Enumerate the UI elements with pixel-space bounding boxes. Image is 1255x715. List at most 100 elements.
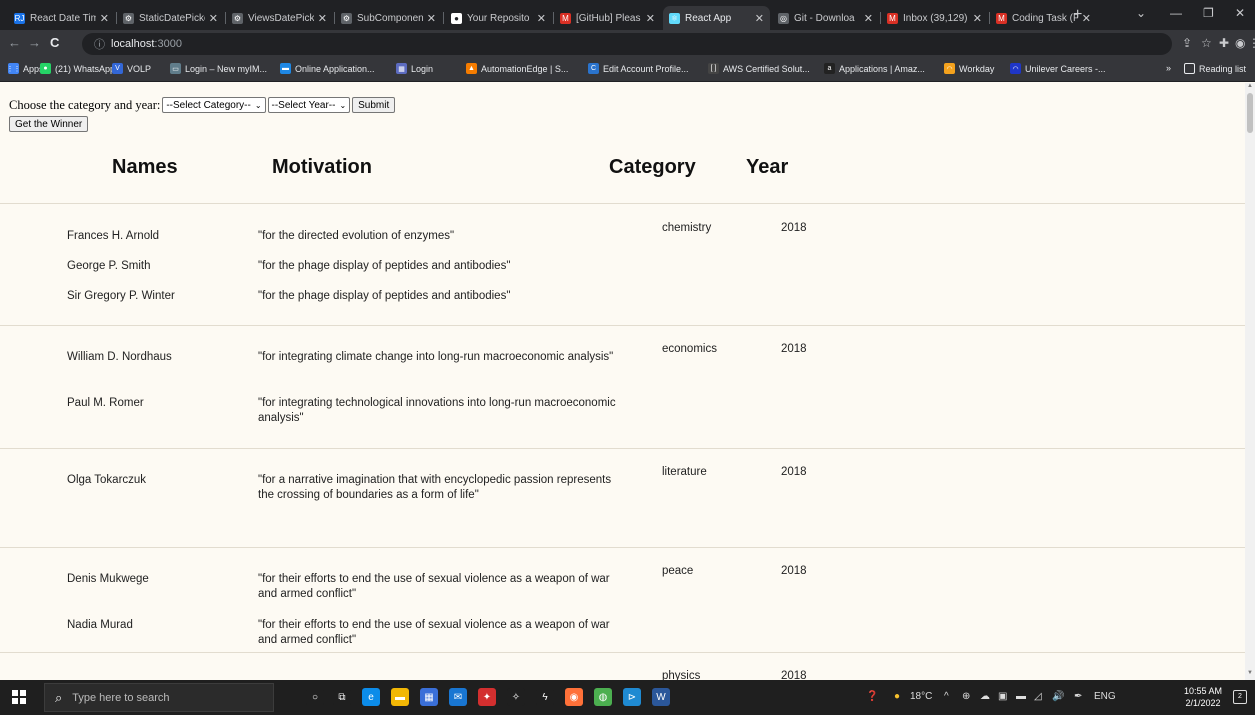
pen-icon[interactable]: ✒ xyxy=(1074,691,1082,702)
chrome-icon[interactable]: ◍ xyxy=(594,688,612,706)
address-bar[interactable]: ⓘ localhost:3000 xyxy=(82,33,1172,55)
submit-button[interactable]: Submit xyxy=(352,97,396,113)
browser-menu-icon[interactable]: ⋮ xyxy=(1248,36,1255,50)
new-tab-button[interactable]: + xyxy=(1073,6,1082,24)
chevron-down-icon: ⌄ xyxy=(254,100,262,110)
window-close-icon[interactable]: ✕ xyxy=(1235,6,1245,20)
scroll-down-arrow-icon[interactable]: ▼ xyxy=(1247,670,1253,676)
tray-display-icon[interactable]: ▣ xyxy=(998,691,1007,702)
cortana-icon[interactable]: ○ xyxy=(306,688,324,706)
close-icon[interactable]: ✕ xyxy=(100,12,109,25)
close-icon[interactable]: ✕ xyxy=(209,12,218,25)
word-icon[interactable]: W xyxy=(652,688,670,706)
bookmark-item[interactable]: ⋮⋮ Apps xyxy=(7,63,44,74)
scroll-up-arrow-icon[interactable]: ▲ xyxy=(1247,83,1253,89)
weather-sun-icon[interactable]: ● xyxy=(894,691,900,702)
close-icon[interactable]: ✕ xyxy=(318,12,327,25)
scrollbar-thumb[interactable] xyxy=(1247,93,1253,133)
bookmark-item[interactable]: C Edit Account Profile... xyxy=(588,63,689,74)
back-button[interactable]: ← xyxy=(8,35,21,50)
bookmark-item[interactable]: V VOLP xyxy=(112,63,151,74)
weather-temperature[interactable]: 18°C xyxy=(910,691,932,702)
browser-tab[interactable]: ⚛ React App ✕ xyxy=(663,6,770,30)
laureate-name: Nadia Murad xyxy=(67,619,133,631)
aws-icon: [ ] xyxy=(708,63,719,74)
task-view-icon[interactable]: ⧉ xyxy=(333,688,351,706)
close-icon[interactable]: ✕ xyxy=(537,12,546,25)
taskbar-search-box[interactable]: ⌕ Type here to search xyxy=(44,683,274,712)
reload-button[interactable]: C xyxy=(50,35,59,50)
tray-overflow-chevron-icon[interactable]: ^ xyxy=(944,691,949,702)
bookmarks-bar: ⋮⋮ Apps ● (21) WhatsApp V VOLP ▭ Login – New my… xyxy=(0,58,1255,82)
taskbar-clock[interactable]: 10:55 AM 2/1/2022 xyxy=(1184,685,1222,709)
category-select[interactable]: --Select Category-- ⌄ xyxy=(162,97,266,113)
restore-icon[interactable]: ❐ xyxy=(1203,6,1214,20)
browser-tab[interactable]: ◎ Git - Downloa ✕ xyxy=(772,6,879,30)
firefox-icon[interactable]: ◉ xyxy=(565,688,583,706)
onedrive-icon[interactable]: ☁ xyxy=(980,691,990,702)
extensions-icon[interactable]: ✚ xyxy=(1219,36,1229,50)
bookmark-item[interactable]: ▭ Login – New myIM... xyxy=(170,63,267,74)
mui-tab-icon: ⚙ xyxy=(232,12,243,24)
tab-search-chevron-icon[interactable]: ⌄ xyxy=(1136,6,1146,20)
tab-label: StaticDatePicke xyxy=(139,12,205,24)
bookmark-item[interactable]: ◠ Workday xyxy=(944,63,994,74)
close-icon[interactable]: ✕ xyxy=(427,12,436,25)
category-column-header: Category xyxy=(609,156,696,178)
vscode-icon[interactable]: ⊳ xyxy=(623,688,641,706)
bookmark-item[interactable]: ▦ Login xyxy=(396,63,433,74)
input-language[interactable]: ENG xyxy=(1094,691,1116,702)
close-icon[interactable]: ✕ xyxy=(1082,12,1091,25)
bookmark-item[interactable]: ▲ AutomationEdge | S... xyxy=(466,63,568,74)
help-icon[interactable]: ❓ xyxy=(866,691,878,702)
page-scrollbar[interactable]: ▲ ▼ xyxy=(1245,83,1255,680)
share-icon[interactable]: ⇪ xyxy=(1182,36,1192,50)
browser-tab[interactable]: ⚙ SubComponen ✕ xyxy=(335,6,442,30)
tray-app-icon[interactable]: ⊕ xyxy=(962,691,970,702)
volp-icon: V xyxy=(112,63,123,74)
close-icon[interactable]: ✕ xyxy=(755,12,764,25)
more-bookmarks-icon[interactable]: » xyxy=(1166,63,1171,73)
tab-label: Git - Downloa xyxy=(794,12,855,24)
browser-tab[interactable]: M [GitHub] Pleas ✕ xyxy=(554,6,661,30)
notification-count: 2 xyxy=(1238,693,1242,700)
bookmark-item[interactable]: ▬ Online Application... xyxy=(280,63,375,74)
close-icon[interactable]: ✕ xyxy=(646,12,655,25)
minimize-icon[interactable]: — xyxy=(1170,6,1182,20)
store-icon[interactable]: ▦ xyxy=(420,688,438,706)
close-icon[interactable]: ✕ xyxy=(864,12,873,25)
tab-label: ViewsDatePick xyxy=(248,12,314,24)
dropbox-icon[interactable]: ✧ xyxy=(507,688,525,706)
browser-tab[interactable]: ⚙ ViewsDatePick ✕ xyxy=(226,6,333,30)
file-explorer-icon[interactable]: ▬ xyxy=(391,688,409,706)
bookmark-item[interactable]: [ ] AWS Certified Solut... xyxy=(708,63,810,74)
browser-tab[interactable]: RJ React Date Tim ✕ xyxy=(8,6,115,30)
mail-icon[interactable]: ✉ xyxy=(449,688,467,706)
network-icon[interactable]: ◿ xyxy=(1034,691,1042,702)
browser-tab[interactable]: M Inbox (39,129) ✕ xyxy=(881,6,988,30)
reading-list-button[interactable]: Reading list xyxy=(1184,63,1246,74)
volume-icon[interactable]: 🔊 xyxy=(1052,691,1064,702)
filter-controls: Choose the category and year: --Select C… xyxy=(9,97,396,113)
category-cell: physics xyxy=(662,670,701,680)
bookmark-item[interactable]: a Applications | Amaz... xyxy=(824,63,925,74)
year-select[interactable]: --Select Year-- ⌄ xyxy=(267,97,351,113)
browser-tab[interactable]: ⚙ StaticDatePicke ✕ xyxy=(117,6,224,30)
bookmark-item[interactable]: ● (21) WhatsApp xyxy=(40,63,115,74)
bookmark-star-icon[interactable]: ☆ xyxy=(1201,36,1212,50)
bookmark-item[interactable]: ◠ Unilever Careers -... xyxy=(1010,63,1106,74)
category-select-value: --Select Category-- xyxy=(166,99,251,111)
tray-battery-icon[interactable]: ▬ xyxy=(1016,691,1026,702)
get-winner-button[interactable]: Get the Winner xyxy=(9,116,89,132)
browser-tab[interactable]: ● Your Reposito ✕ xyxy=(445,6,552,30)
reading-list-icon xyxy=(1184,63,1195,74)
forward-button[interactable]: → xyxy=(28,35,41,50)
winamp-icon[interactable]: ϟ xyxy=(536,688,554,706)
windows-start-icon[interactable] xyxy=(12,690,26,704)
site-info-icon[interactable]: ⓘ xyxy=(94,36,105,52)
app-red-icon[interactable]: ✦ xyxy=(478,688,496,706)
close-icon[interactable]: ✕ xyxy=(973,12,982,25)
notification-center-icon[interactable]: 2 xyxy=(1233,690,1247,704)
profile-avatar-icon[interactable]: ◉ xyxy=(1235,36,1245,50)
edge-icon[interactable]: e xyxy=(362,688,380,706)
